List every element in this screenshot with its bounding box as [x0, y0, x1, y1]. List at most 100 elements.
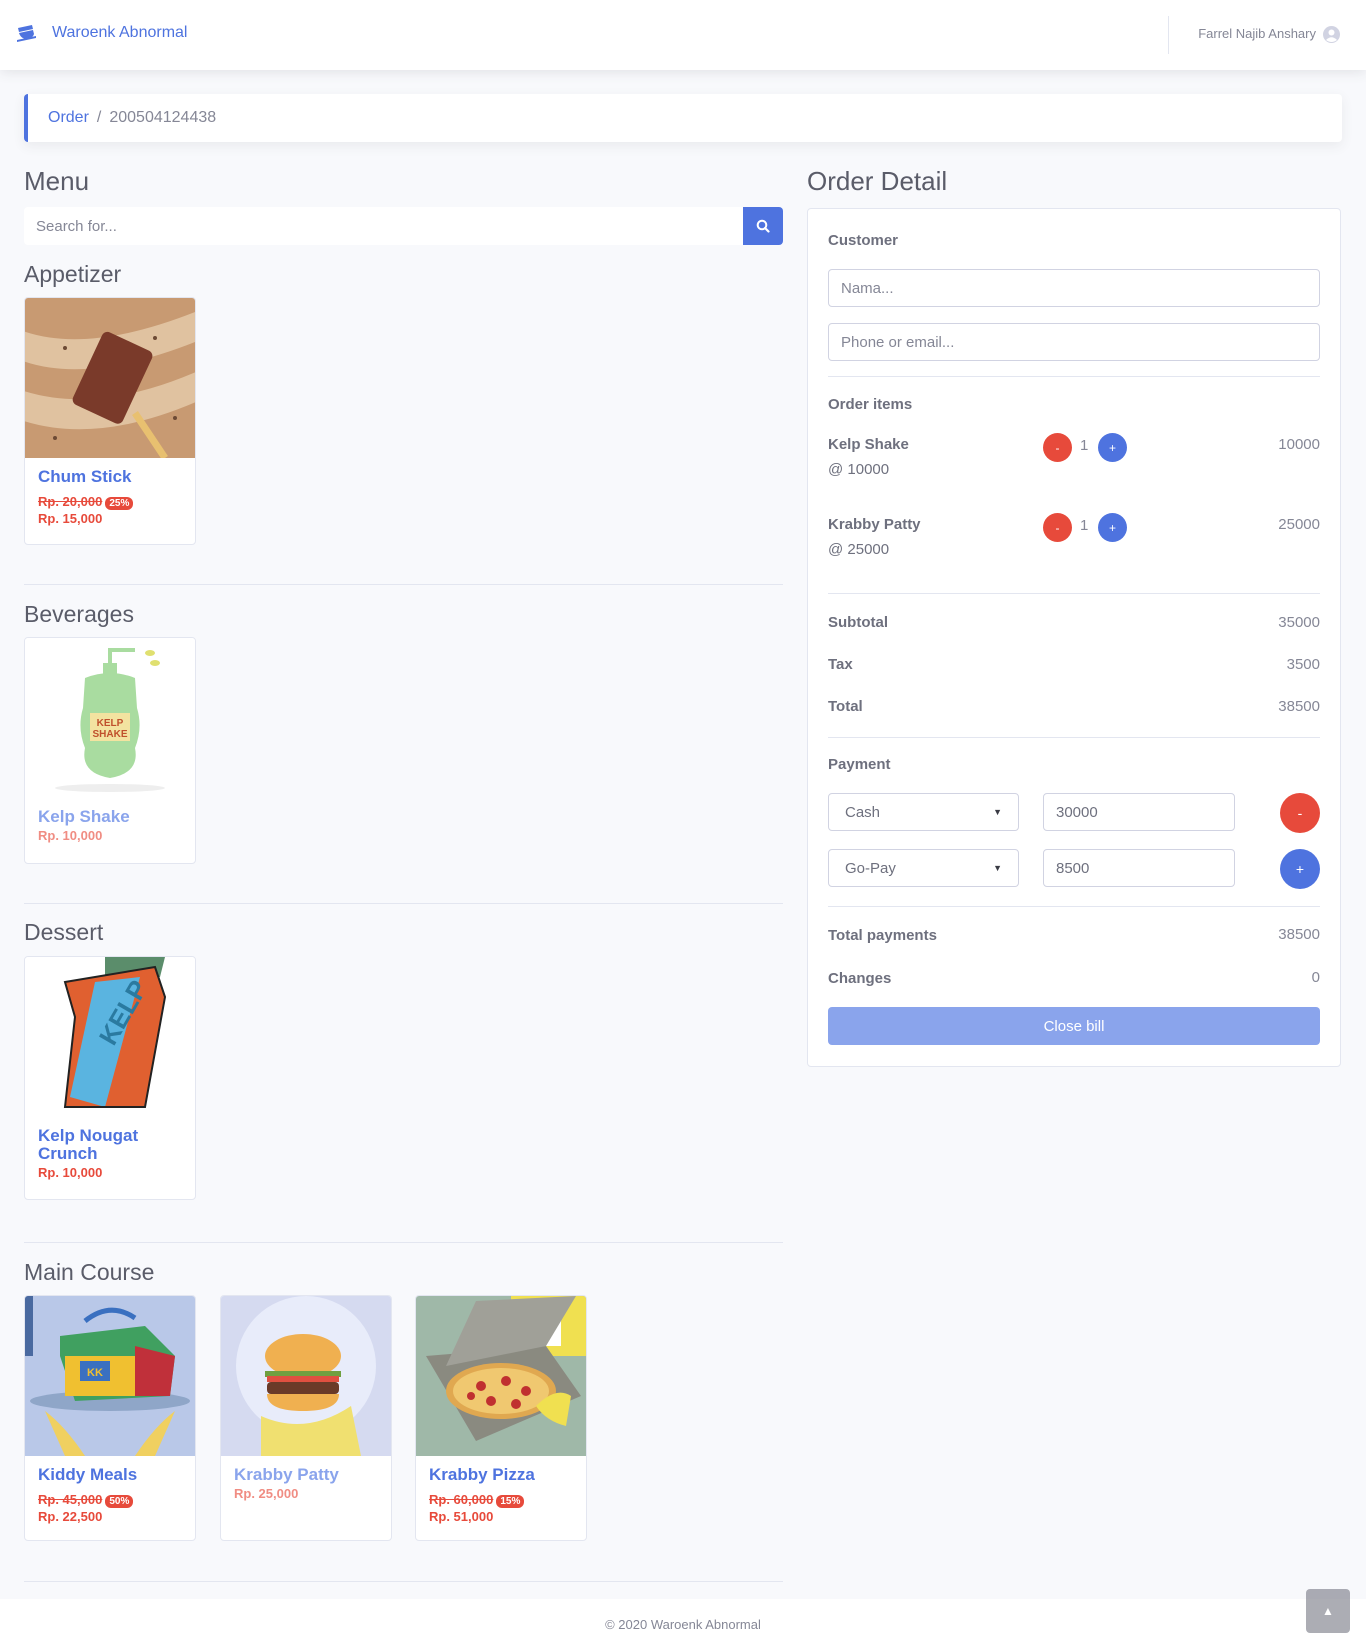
item-price: Rp. 10,000: [38, 828, 103, 843]
subtotal-value: 35000: [1278, 614, 1320, 631]
payment-amount-input[interactable]: 30000: [1043, 793, 1235, 831]
category-title-appetizer: Appetizer: [24, 261, 122, 287]
chum-stick-image: [25, 298, 195, 458]
subtotal-label: Subtotal: [828, 614, 888, 631]
item-name: Chum Stick: [38, 467, 132, 486]
svg-text:KK: KK: [87, 1367, 103, 1379]
menu-item-card[interactable]: KELP Kelp Nougat Crunch Rp. 10,000: [24, 956, 196, 1200]
order-item-qty: 1: [1080, 517, 1089, 534]
order-detail-heading: Order Detail: [807, 166, 948, 196]
chevron-up-icon: ▲: [1322, 1604, 1334, 1618]
footer-copyright: © 2020 Waroenk Abnormal: [605, 1616, 761, 1632]
payment-method-value: Cash: [845, 803, 881, 821]
divider: [828, 906, 1320, 907]
item-price: Rp. 10,000: [38, 1165, 103, 1180]
item-old-price: Rp. 45,000: [38, 1492, 103, 1507]
caret-down-icon: ▼: [993, 863, 1002, 873]
breadcrumb-order-link[interactable]: Order: [48, 109, 89, 127]
krabby-pizza-image: [416, 1296, 586, 1456]
item-price: Rp. 15,000: [38, 511, 103, 526]
search-button[interactable]: [743, 207, 783, 245]
menu-heading: Menu: [24, 166, 90, 196]
payment-method-select[interactable]: Go-Pay ▼: [828, 849, 1019, 887]
item-name: Krabby Pizza: [429, 1465, 535, 1484]
increase-qty-button[interactable]: +: [1098, 433, 1127, 462]
total-value: 38500: [1278, 698, 1320, 715]
payment-method-value: Go-Pay: [845, 859, 896, 877]
order-item-amount: 25000: [1278, 516, 1320, 533]
topbar: Waroenk Abnormal Farrel Najib Anshary: [0, 0, 1366, 70]
svg-text:KELP: KELP: [97, 718, 124, 729]
add-payment-button[interactable]: +: [1280, 849, 1320, 889]
scroll-to-top-button[interactable]: ▲: [1306, 1589, 1350, 1633]
breadcrumb-current: 200504124438: [109, 109, 217, 126]
item-old-price: Rp. 60,000: [429, 1492, 494, 1507]
item-name: Kiddy Meals: [38, 1465, 138, 1484]
close-bill-button[interactable]: Close bill: [828, 1007, 1320, 1045]
changes-value: 0: [1311, 969, 1320, 986]
changes-label: Changes: [828, 970, 892, 987]
payment-amount-input[interactable]: 8500: [1043, 849, 1235, 887]
menu-item-card[interactable]: Krabby Pizza Rp. 60,000 15% Rp. 51,000: [415, 1295, 587, 1541]
payment-amount-value: 8500: [1056, 859, 1090, 877]
discount-badge: 15%: [496, 1495, 525, 1508]
item-old-price: Rp. 20,000: [38, 494, 103, 509]
category-title-beverages: Beverages: [24, 601, 134, 627]
payment-amount-value: 30000: [1056, 803, 1098, 821]
breadcrumb-separator: /: [96, 109, 102, 126]
divider: [24, 903, 783, 904]
customer-name-input[interactable]: [828, 269, 1320, 307]
item-name: Krabby Patty: [234, 1465, 339, 1484]
footer: © 2020 Waroenk Abnormal: [0, 1599, 1366, 1649]
customer-contact-input[interactable]: [828, 323, 1320, 361]
user-name[interactable]: Farrel Najib Anshary: [1198, 26, 1316, 41]
customer-label: Customer: [828, 232, 899, 249]
kiddy-meals-image: KK: [25, 1296, 195, 1456]
order-items-label: Order items: [828, 396, 913, 413]
caret-down-icon: ▼: [993, 807, 1002, 817]
tax-label: Tax: [828, 656, 853, 673]
discount-badge: 25%: [105, 497, 134, 510]
brand-link[interactable]: Waroenk Abnormal: [16, 24, 187, 42]
category-title-dessert: Dessert: [24, 919, 104, 945]
topbar-divider: [1168, 16, 1169, 54]
divider: [24, 1242, 783, 1243]
kelp-nougat-crunch-image: KELP: [25, 957, 195, 1117]
divider: [828, 737, 1320, 738]
decrease-qty-button[interactable]: -: [1043, 433, 1072, 462]
increase-qty-button[interactable]: +: [1098, 513, 1127, 542]
order-item-amount: 10000: [1278, 436, 1320, 453]
divider: [24, 1581, 783, 1582]
payment-label: Payment: [828, 756, 891, 773]
user-circle-icon[interactable]: [1323, 26, 1340, 43]
search-input[interactable]: [24, 207, 743, 245]
tax-value: 3500: [1286, 656, 1320, 673]
breadcrumb: Order / 200504124438: [24, 94, 1342, 142]
category-title-main-course: Main Course: [24, 1259, 155, 1285]
menu-item-card[interactable]: Krabby Patty Rp. 25,000: [220, 1295, 392, 1541]
divider: [828, 376, 1320, 377]
order-item-name: Kelp Shake: [828, 436, 909, 453]
order-item-name: Krabby Patty: [828, 516, 921, 533]
item-name: Kelp Shake: [38, 807, 130, 826]
kelp-shake-image: KELP SHAKE: [25, 638, 195, 798]
discount-badge: 50%: [105, 1495, 134, 1508]
menu-item-card[interactable]: Chum Stick Rp. 20,000 25% Rp. 15,000: [24, 297, 196, 545]
search-icon: [756, 219, 770, 233]
payment-method-select[interactable]: Cash ▼: [828, 793, 1019, 831]
total-payments-label: Total payments: [828, 927, 937, 944]
menu-item-card[interactable]: KK Kiddy Meals Rp. 45,000 50% Rp. 22,500: [24, 1295, 196, 1541]
total-payments-value: 38500: [1278, 926, 1320, 943]
menu-item-card[interactable]: KELP SHAKE Kelp Shake Rp. 10,000: [24, 637, 196, 864]
decrease-qty-button[interactable]: -: [1043, 513, 1072, 542]
divider: [828, 593, 1320, 594]
menu-search: [24, 207, 783, 245]
order-item-unit-price: @ 25000: [828, 541, 890, 558]
coffee-icon: [17, 25, 36, 42]
total-label: Total: [828, 698, 863, 715]
divider: [24, 584, 783, 585]
order-detail-card: Customer Order items Kelp Shake @ 10000 …: [807, 208, 1341, 1067]
order-item-qty: 1: [1080, 437, 1089, 454]
remove-payment-button[interactable]: -: [1280, 793, 1320, 833]
item-price: Rp. 22,500: [38, 1509, 103, 1524]
